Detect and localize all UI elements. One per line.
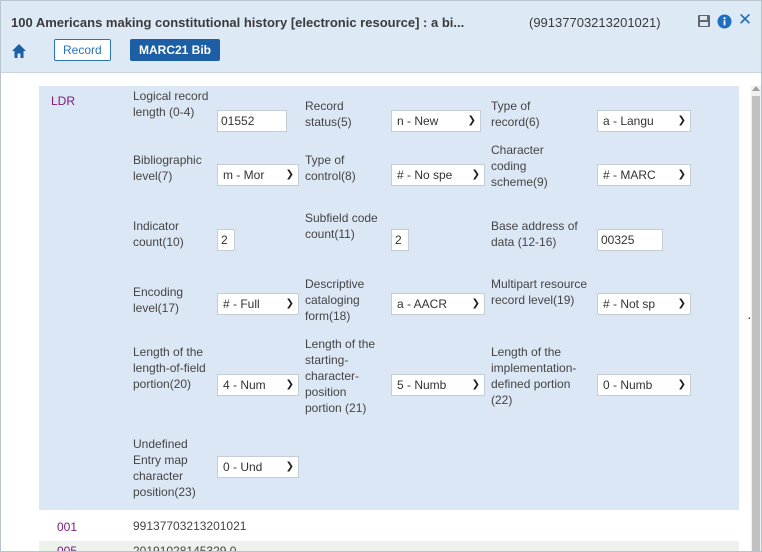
- chevron-down-icon: ❯: [677, 115, 686, 126]
- chevron-down-icon: ❯: [471, 379, 480, 390]
- mms-id: (99137703213201021): [529, 15, 661, 30]
- chevron-down-icon: ❯: [677, 379, 686, 390]
- marc21-bib-tab[interactable]: MARC21 Bib: [130, 39, 221, 61]
- home-icon[interactable]: [11, 43, 27, 59]
- char-coding-select[interactable]: # - MARC ❯: [597, 164, 691, 186]
- encoding-level-label: Encoding level(17): [133, 285, 184, 315]
- field-value-001: 99137703213201021: [133, 519, 247, 533]
- scroll-up-icon[interactable]: [752, 86, 760, 91]
- chevron-down-icon: ❯: [285, 379, 294, 390]
- marc-content: LDR Logical record length (0-4) 01552 Re…: [1, 74, 761, 552]
- field-tag-001: 001: [57, 520, 78, 534]
- char-coding-value: # - MARC: [603, 168, 656, 182]
- bib-level-label: Bibliographic level(7): [133, 153, 202, 183]
- close-icon[interactable]: ✕: [736, 10, 754, 29]
- type-of-control-label: Type of control(8): [305, 153, 356, 183]
- bib-level-value: m - Mor: [223, 168, 265, 182]
- type-of-record-value: a - Langu: [603, 114, 654, 128]
- subfield-code-count-label: Subfield code count(11): [305, 211, 378, 241]
- type-of-record-label: Type of record(6): [491, 99, 540, 129]
- chevron-down-icon: ❯: [471, 298, 480, 309]
- desc-cataloging-value: a - AACR: [397, 297, 448, 311]
- info-icon[interactable]: [715, 12, 733, 30]
- multipart-select[interactable]: # - Not sp ❯: [597, 293, 691, 315]
- record-status-value: n - New: [397, 114, 439, 128]
- indicator-count-label: Indicator count(10): [133, 219, 184, 249]
- indicator-count-input[interactable]: 2: [217, 229, 235, 251]
- record-length-input[interactable]: 01552: [217, 110, 287, 132]
- desc-cataloging-label: Descriptive cataloging form(18): [305, 277, 365, 323]
- chevron-down-icon: ❯: [285, 169, 294, 180]
- char-coding-label: Character coding scheme(9): [491, 143, 548, 189]
- multipart-label: Multipart resource record level(19): [491, 277, 588, 307]
- subfield-code-count-input[interactable]: 2: [391, 229, 409, 251]
- length-of-field-label: Length of the length-of-field portion(20…: [133, 345, 206, 391]
- base-address-input[interactable]: 00325: [597, 229, 663, 251]
- chevron-down-icon: ❯: [467, 115, 476, 126]
- multipart-value: # - Not sp: [603, 297, 656, 311]
- length-start-char-select[interactable]: 5 - Numb ❯: [391, 374, 485, 396]
- record-length-label: Logical record length (0-4): [133, 89, 209, 119]
- undefined-entry-label: Undefined Entry map character position(2…: [133, 437, 196, 499]
- undefined-entry-select[interactable]: 0 - Und ❯: [217, 456, 299, 478]
- field-row-001[interactable]: 001 99137703213201021: [39, 514, 739, 538]
- chevron-down-icon: ❯: [677, 298, 686, 309]
- type-of-control-select[interactable]: # - No spe ❯: [391, 164, 485, 186]
- ldr-tag: LDR: [51, 94, 76, 108]
- length-start-char-label: Length of the starting-character-positio…: [305, 337, 376, 415]
- bib-level-select[interactable]: m - Mor ❯: [217, 164, 299, 186]
- record-status-label: Record status(5): [305, 99, 352, 129]
- field-value-005: 20191028145329.0: [133, 544, 237, 552]
- length-start-char-value: 5 - Numb: [397, 378, 447, 392]
- length-impl-select[interactable]: 0 - Numb ❯: [597, 374, 691, 396]
- encoding-level-value: # - Full: [223, 297, 260, 311]
- field-tag-005: 005: [57, 544, 78, 552]
- record-tab[interactable]: Record: [54, 39, 111, 61]
- field-row-005[interactable]: 005 20191028145329.0: [39, 541, 739, 552]
- record-header: 100 Americans making constitutional hist…: [1, 1, 761, 73]
- length-of-field-value: 4 - Num: [223, 378, 266, 392]
- record-title: 100 Americans making constitutional hist…: [11, 15, 465, 30]
- ldr-editor-panel: LDR Logical record length (0-4) 01552 Re…: [39, 86, 761, 510]
- base-address-label: Base address of data (12-16): [491, 219, 578, 249]
- marc-editor-window: 100 Americans making constitutional hist…: [0, 0, 762, 552]
- length-impl-value: 0 - Numb: [603, 378, 653, 392]
- record-status-select[interactable]: n - New ❯: [391, 110, 481, 132]
- vertical-scrollbar[interactable]: [751, 86, 761, 551]
- chevron-down-icon: ❯: [471, 169, 480, 180]
- chevron-down-icon: ❯: [285, 461, 294, 472]
- undefined-entry-value: 0 - Und: [223, 460, 263, 474]
- chevron-down-icon: ❯: [285, 298, 294, 309]
- encoding-level-select[interactable]: # - Full ❯: [217, 293, 299, 315]
- type-of-control-value: # - No spe: [397, 168, 453, 182]
- length-impl-label: Length of the implementation-defined por…: [491, 345, 577, 407]
- desc-cataloging-select[interactable]: a - AACR ❯: [391, 293, 485, 315]
- type-of-record-select[interactable]: a - Langu ❯: [597, 110, 691, 132]
- length-of-field-select[interactable]: 4 - Num ❯: [217, 374, 299, 396]
- scrollbar-thumb[interactable]: [752, 96, 760, 551]
- save-icon[interactable]: [695, 12, 713, 30]
- chevron-down-icon: ❯: [677, 169, 686, 180]
